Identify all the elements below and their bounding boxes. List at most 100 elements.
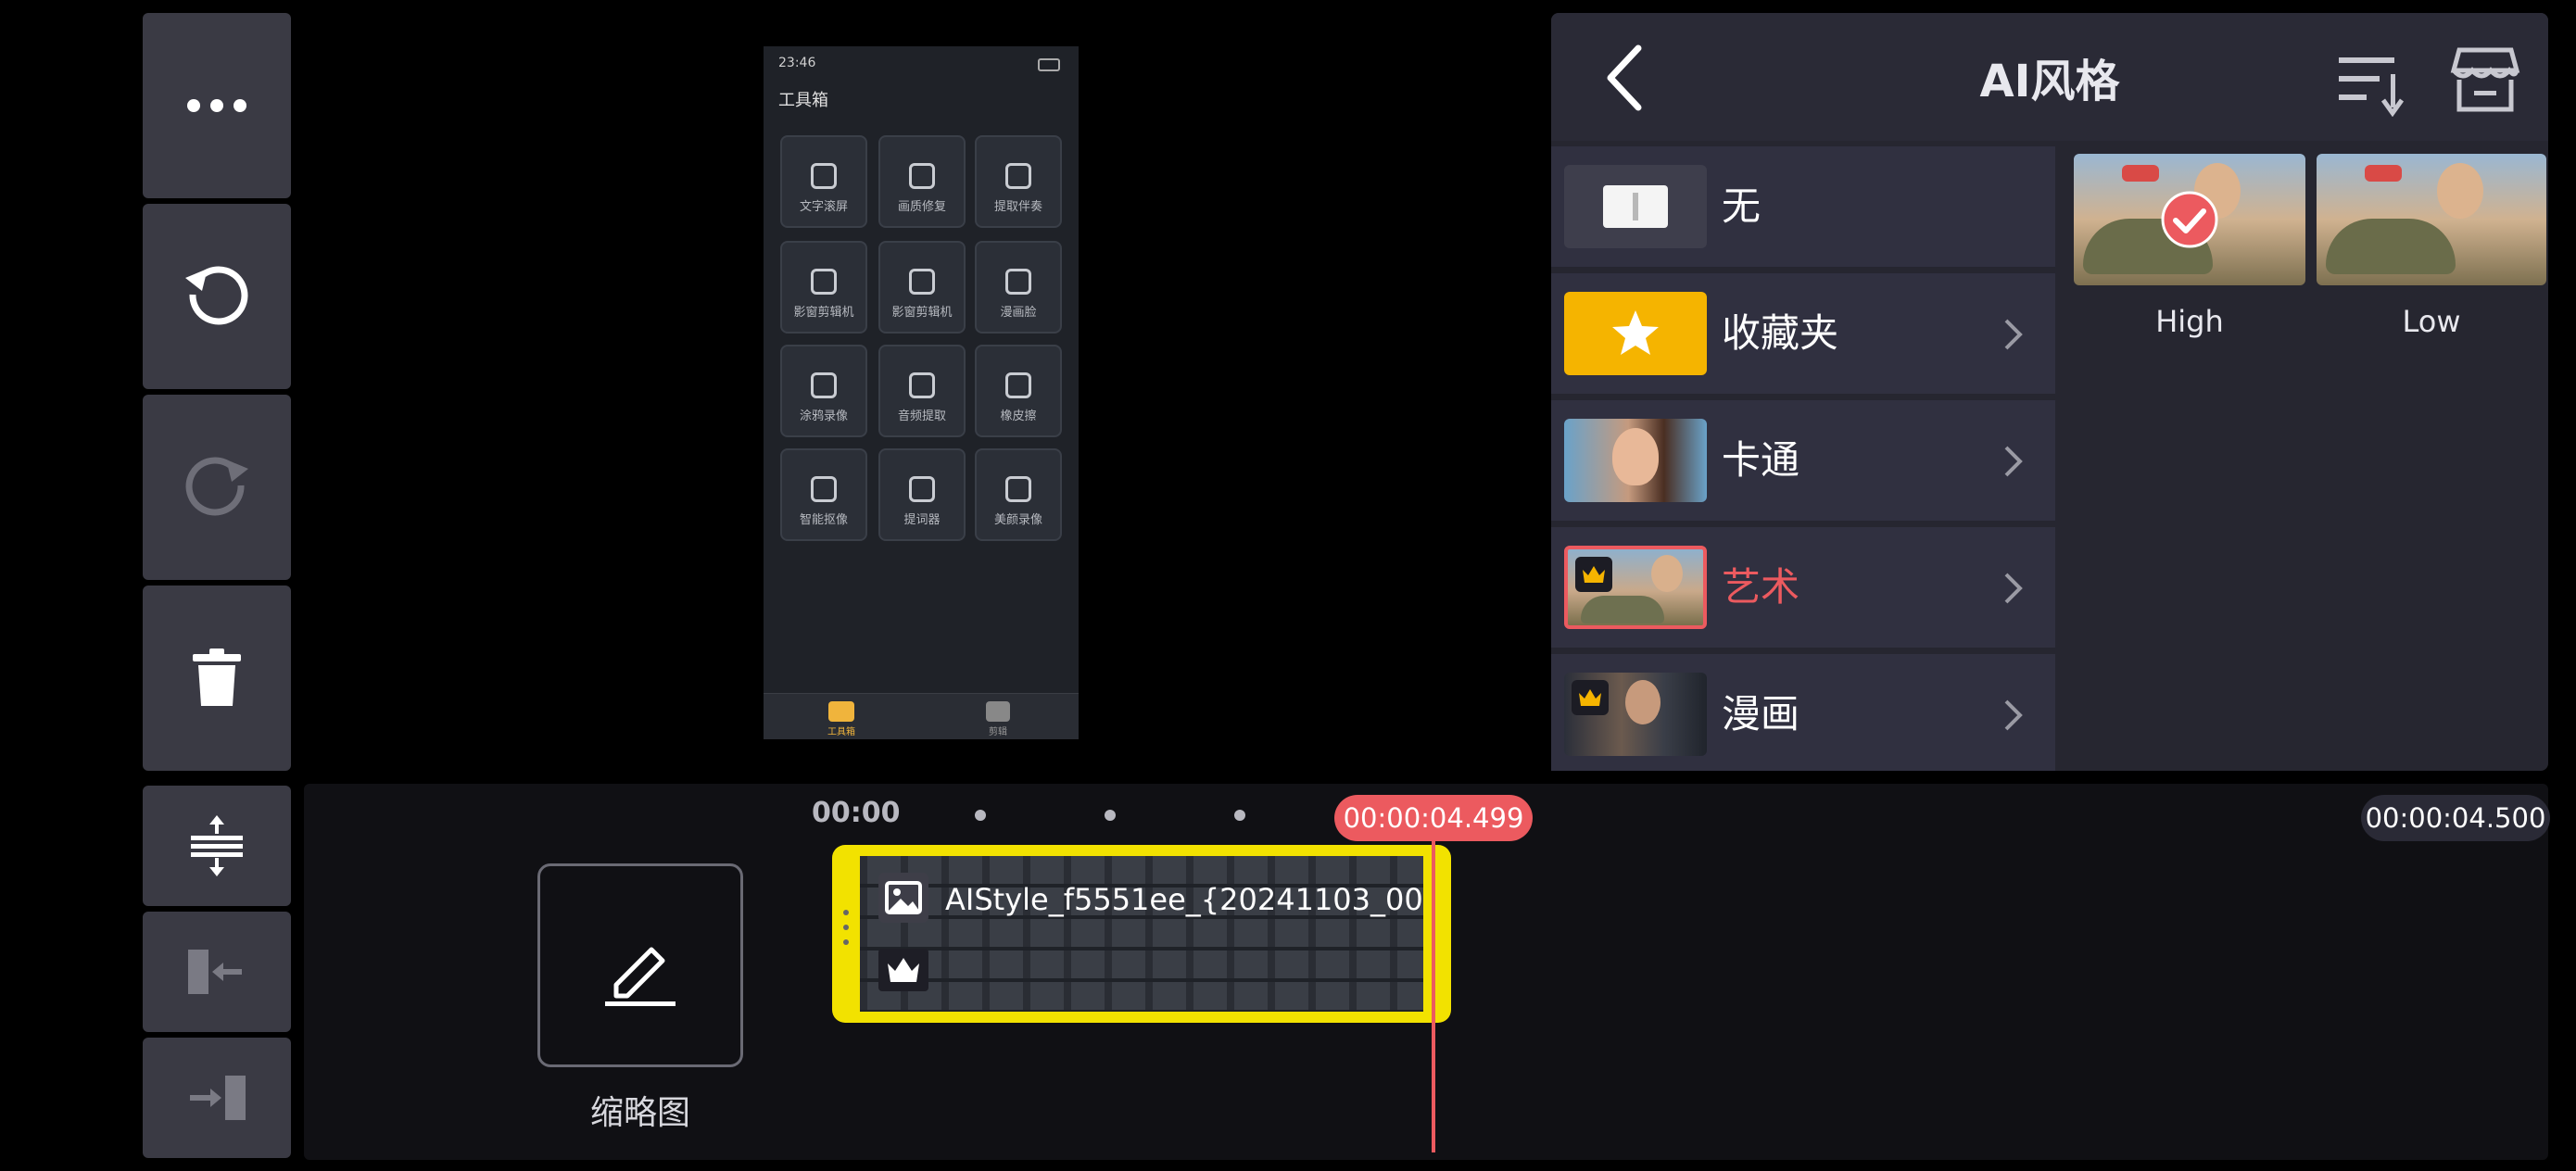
undo-button[interactable] — [143, 204, 291, 389]
chevron-right-icon — [2004, 573, 2023, 604]
split-adjust-icon — [191, 815, 243, 876]
tool-label: 文字滚屏 — [799, 200, 848, 214]
tool-icon — [1005, 476, 1031, 502]
crown-icon — [1579, 689, 1601, 706]
time-tick — [975, 810, 986, 821]
style-high-thumb[interactable] — [2074, 154, 2305, 285]
tool-icon — [1005, 163, 1031, 189]
premium-badge — [1572, 680, 1609, 715]
star-icon — [1612, 310, 1659, 355]
trash-icon — [193, 648, 241, 706]
tool-icon — [909, 269, 935, 295]
tool-icon — [909, 163, 935, 189]
undo-icon — [185, 266, 248, 325]
store-button[interactable] — [2450, 44, 2524, 119]
premium-badge — [878, 949, 928, 991]
tool-icon — [811, 476, 837, 502]
preview-tool-tile: 画质修复 — [878, 135, 966, 228]
preview-tool-tile: 美颜录像 — [975, 448, 1062, 541]
tool-label: 橡皮擦 — [1000, 409, 1037, 423]
category-label: 无 — [1722, 183, 1762, 229]
adjust-button[interactable] — [143, 786, 291, 906]
tool-label: 影窗剪辑机 — [793, 306, 854, 320]
time-tick — [1105, 810, 1116, 821]
preview-tool-tile: 橡皮擦 — [975, 345, 1062, 437]
clip-type-badge — [878, 873, 928, 923]
tool-label: 涂鸦录像 — [799, 409, 848, 423]
redo-button[interactable] — [143, 395, 291, 580]
store-icon — [2450, 47, 2520, 112]
chevron-right-icon — [2004, 446, 2023, 477]
time-tick — [1234, 810, 1245, 821]
image-icon — [885, 881, 922, 914]
playhead-time-badge: 00:00:04.499 — [1334, 795, 1533, 841]
tool-icon — [811, 372, 837, 398]
chevron-right-icon — [2004, 699, 2023, 731]
tool-icon — [811, 269, 837, 295]
tool-label: 提词器 — [903, 513, 941, 527]
crown-icon — [888, 958, 919, 982]
video-clip[interactable]: AIStyle_f5551ee_{20241103_000742 — [832, 845, 1451, 1023]
favorites-thumb — [1564, 292, 1707, 375]
preview-tool-tile: 音频提取 — [878, 345, 966, 437]
style-low-thumb[interactable] — [2317, 154, 2546, 285]
total-duration-badge: 00:00:04.500 — [2361, 795, 2550, 841]
preview-tool-tile: 智能抠像 — [780, 448, 867, 541]
edit-tab-icon — [986, 701, 1010, 722]
tool-icon — [1005, 372, 1031, 398]
category-label: 收藏夹 — [1722, 310, 1839, 356]
tool-label: 影窗剪辑机 — [891, 306, 953, 320]
trim-left-button[interactable] — [143, 912, 291, 1032]
tool-icon — [1005, 269, 1031, 295]
more-horizontal-icon — [187, 99, 246, 112]
tool-label: 提取伴奏 — [993, 200, 1042, 214]
playhead-line[interactable] — [1432, 832, 1435, 1152]
preview-tool-tile: 提词器 — [878, 448, 966, 541]
preview-tool-tile: 漫画脸 — [975, 241, 1062, 334]
none-thumb — [1564, 165, 1707, 248]
check-icon — [2161, 191, 2218, 248]
pencil-icon — [605, 947, 676, 1006]
clip-frames — [860, 856, 1423, 1012]
premium-badge — [1575, 557, 1612, 592]
preview-tool-tile: 提取伴奏 — [975, 135, 1062, 228]
thumbnail-button[interactable] — [537, 863, 743, 1067]
trim-right-icon — [190, 1076, 246, 1120]
category-label: 艺术 — [1722, 564, 1800, 610]
style-low-label: Low — [2402, 304, 2461, 339]
more-button[interactable] — [143, 13, 291, 198]
preview-tool-tile: 文字滚屏 — [780, 135, 867, 228]
comic-thumb — [1564, 673, 1707, 756]
art-thumb — [1564, 546, 1707, 629]
tab-edit-label: 剪辑 — [989, 727, 1007, 737]
category-favorites[interactable]: 收藏夹 — [1551, 273, 2055, 394]
preview-tool-tile: 影窗剪辑机 — [780, 241, 867, 334]
preview-tool-tile: 涂鸦录像 — [780, 345, 867, 437]
status-time: 23:46 — [778, 56, 816, 70]
tool-label: 智能抠像 — [799, 513, 848, 527]
redo-icon — [185, 457, 248, 516]
category-art[interactable]: 艺术 — [1551, 527, 2055, 648]
cartoon-thumb — [1564, 419, 1707, 502]
screen-title: 工具箱 — [778, 91, 828, 110]
preview-tool-tile: 影窗剪辑机 — [878, 241, 966, 334]
category-cartoon[interactable]: 卡通 — [1551, 400, 2055, 521]
category-comic[interactable]: 漫画 — [1551, 654, 2055, 771]
clip-name: AIStyle_f5551ee_{20241103_000742 — [945, 882, 1423, 917]
style-high-label: High — [2155, 304, 2224, 339]
chevron-right-icon — [2004, 319, 2023, 350]
category-label: 漫画 — [1722, 691, 1800, 737]
panel-header: AI风格 — [1551, 13, 2548, 141]
trim-right-button[interactable] — [143, 1038, 291, 1158]
tab-toolbox-label: 工具箱 — [827, 727, 855, 737]
toolbox-tab-icon — [828, 701, 854, 722]
crown-icon — [1583, 566, 1605, 583]
delete-button[interactable] — [143, 586, 291, 771]
sort-button[interactable] — [2337, 52, 2407, 119]
category-none[interactable]: 无 — [1551, 146, 2055, 267]
tool-label: 美颜录像 — [993, 513, 1042, 527]
tool-label: 音频提取 — [897, 409, 946, 423]
sort-list-icon — [2339, 57, 2405, 118]
tool-icon — [909, 372, 935, 398]
tool-label: 漫画脸 — [1000, 306, 1037, 320]
